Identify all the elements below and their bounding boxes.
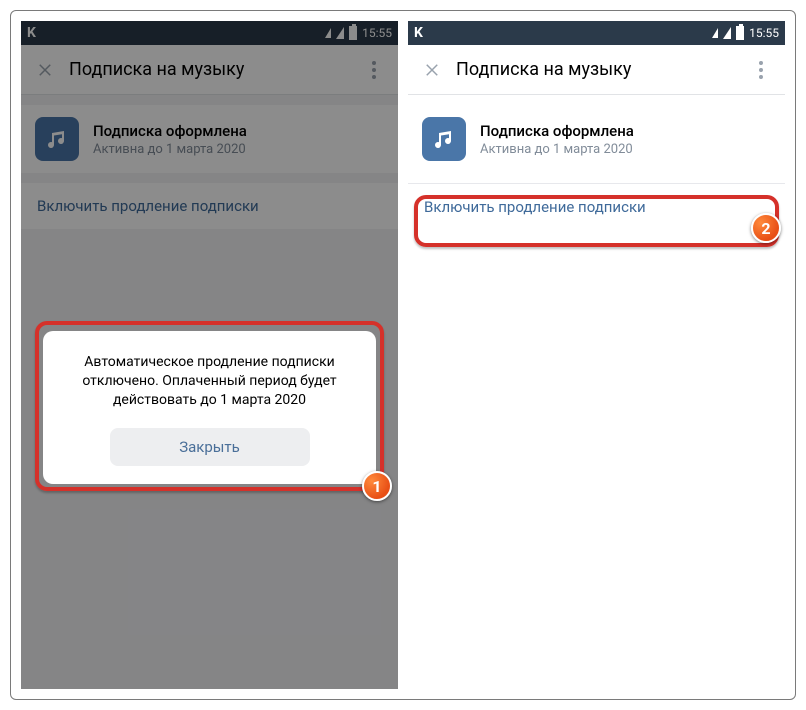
page-title: Подписка на музыку: [448, 59, 745, 80]
comparison-frame: K 15:55 Подписка на музыку: [10, 10, 796, 700]
close-button[interactable]: Закрыть: [110, 428, 310, 466]
callout-badge-2: 2: [751, 213, 781, 243]
app-header: Подписка на музыку: [408, 45, 785, 95]
subscription-card: Подписка оформлена Активна до 1 марта 20…: [408, 105, 785, 173]
subscription-title: Подписка оформлена: [480, 122, 634, 140]
phone-left: K 15:55 Подписка на музыку: [21, 21, 398, 689]
battery-icon: [736, 26, 744, 40]
signal-icon-2: [723, 27, 731, 39]
dialog-message: Автоматическое продление подписки отключ…: [63, 353, 356, 410]
more-icon[interactable]: [745, 61, 777, 79]
close-icon[interactable]: [416, 54, 448, 86]
confirmation-dialog: Автоматическое продление подписки отключ…: [43, 331, 376, 484]
clock: 15:55: [749, 26, 779, 40]
carrier-label: K: [414, 25, 425, 41]
renew-link[interactable]: Включить продление подписки: [408, 183, 785, 230]
callout-badge-1: 1: [362, 471, 392, 501]
status-bar: K 15:55: [408, 21, 785, 45]
subscription-status: Активна до 1 марта 2020: [480, 142, 634, 157]
signal-icon: [712, 28, 718, 38]
status-icons: 15:55: [712, 26, 779, 40]
phone-right: K 15:55 Подписка на музыку: [408, 21, 785, 689]
music-icon: [422, 117, 466, 161]
